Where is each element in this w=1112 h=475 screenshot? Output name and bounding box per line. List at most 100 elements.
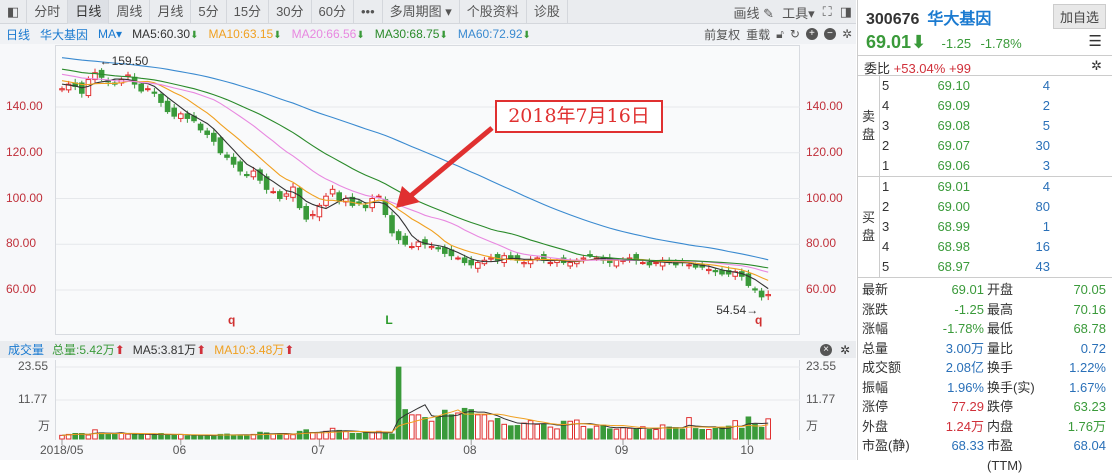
volume-bar: [653, 429, 659, 440]
stock-name: 华大基因: [927, 11, 992, 28]
sell-price: 69.09: [937, 98, 970, 113]
buy-row[interactable]: 4 68.98 16: [880, 237, 1112, 257]
volume-bar: [679, 428, 686, 440]
stat-value: 63.23: [1073, 399, 1106, 414]
volume-bar: [257, 431, 263, 440]
sell-row[interactable]: 1 69.06 3: [880, 156, 1112, 176]
buy-row[interactable]: 1 69.01 4: [880, 177, 1112, 197]
buy-volume: 16: [1035, 239, 1050, 254]
volume-bar: [514, 425, 521, 440]
sell-price: 69.07: [937, 138, 970, 153]
candle: [765, 294, 772, 297]
volume-bar: [659, 424, 666, 440]
stat-value: 0.72: [1080, 340, 1106, 356]
stat-row: 涨停 77.29 跌停 63.23: [862, 397, 1108, 417]
buy-level: 2: [882, 199, 890, 214]
volume-bar: [607, 428, 613, 440]
candle: [686, 264, 692, 267]
price-tick-left: 140.00: [6, 99, 43, 113]
buy-row[interactable]: 2 69.00 80: [880, 197, 1112, 217]
volume-bar: [752, 423, 758, 440]
stat-value: -1.25: [954, 301, 984, 317]
buy-volume: 80: [1035, 199, 1050, 214]
buy-level: 3: [882, 219, 890, 234]
volume-bar: [164, 434, 171, 440]
candle: [435, 247, 441, 250]
date-label: 06: [172, 443, 187, 457]
ma60-line: [61, 57, 769, 261]
add-watchlist-button[interactable]: 加自选: [1052, 4, 1106, 29]
candle: [277, 191, 283, 199]
volume-bar: [521, 422, 527, 440]
sell-row[interactable]: 4 69.09 2: [880, 96, 1112, 116]
menu-icon[interactable]: ☰: [1089, 32, 1102, 50]
volume-bar: [283, 433, 290, 440]
candle: [224, 154, 230, 158]
volume-bar: [712, 427, 719, 440]
candle: [402, 235, 408, 245]
volume-bar: [547, 426, 554, 440]
stat-row: 最新 69.01 开盘 70.05: [862, 280, 1108, 300]
volume-bar: [600, 424, 607, 440]
volume-bar: [343, 430, 349, 440]
volume-bar: [739, 427, 745, 440]
buy-level: 5: [882, 259, 890, 274]
buy-level: 1: [882, 179, 890, 194]
stat-value: 68.78: [1073, 321, 1106, 336]
buy-price: 68.99: [937, 219, 970, 234]
candle: [488, 257, 494, 260]
volume-bar: [593, 425, 600, 440]
stat-value: 1.22%: [1069, 360, 1106, 375]
volume-bar: [508, 425, 514, 440]
volume-bar: [481, 414, 488, 440]
volume-bar: [85, 434, 92, 440]
volume-bar: [422, 417, 428, 440]
date-label: 10: [740, 443, 754, 457]
sell-row[interactable]: 5 69.10 4: [880, 76, 1112, 96]
candle: [409, 246, 415, 249]
candle: [230, 156, 237, 165]
stat-label: 外盘: [862, 418, 889, 434]
candle: [217, 137, 224, 154]
candle: [461, 257, 468, 264]
buy-row[interactable]: 3 68.99 1: [880, 217, 1112, 237]
buy-volume: 4: [1042, 179, 1050, 194]
volume-bar: [178, 433, 184, 440]
stat-label: 成交额: [862, 360, 902, 375]
settings-icon[interactable]: ✲: [1091, 58, 1102, 74]
sell-price: 69.10: [937, 78, 970, 93]
price-change-pct: -1.78%: [980, 36, 1022, 51]
candle: [283, 193, 290, 197]
volume-bar: [488, 420, 494, 440]
annotation-arrow: [406, 126, 494, 200]
candle: [534, 257, 541, 260]
last-price: 69.01⬇: [866, 32, 927, 52]
volume-bar: [131, 433, 138, 440]
volume-bar: [765, 418, 772, 440]
buy-book: 买盘 1 69.01 4 2 69.00 80 3 68.99 1 4 68.98 16 5 68.97 4…: [858, 177, 1112, 278]
buy-row[interactable]: 5 68.97 43: [880, 257, 1112, 277]
candle: [580, 257, 587, 260]
sell-volume: 30: [1035, 138, 1050, 153]
candle: [640, 262, 646, 265]
sell-level: 5: [882, 78, 890, 93]
sell-level: 1: [882, 158, 890, 173]
stat-value: 1.96%: [947, 379, 984, 395]
candle: [145, 88, 151, 91]
sell-row[interactable]: 3 69.08 5: [880, 116, 1112, 136]
stat-value: 68.04: [1073, 438, 1106, 453]
buy-price: 68.98: [937, 239, 970, 254]
volume-bar: [706, 429, 712, 440]
volume-bar: [138, 434, 144, 440]
buy-label: 盘: [861, 228, 875, 243]
volume-bar: [145, 433, 151, 440]
stat-row: 市盈(静) 68.33 市盈(TTM) 68.04: [862, 436, 1108, 473]
candle: [752, 288, 758, 291]
stat-value: 1.76万: [1067, 418, 1106, 434]
sell-row[interactable]: 2 69.07 30: [880, 136, 1112, 156]
volume-bar: [686, 417, 692, 440]
stat-label: 振幅: [862, 379, 889, 395]
volume-bar: [554, 428, 560, 440]
stat-label: 最高: [987, 301, 1014, 317]
candle: [415, 241, 422, 248]
